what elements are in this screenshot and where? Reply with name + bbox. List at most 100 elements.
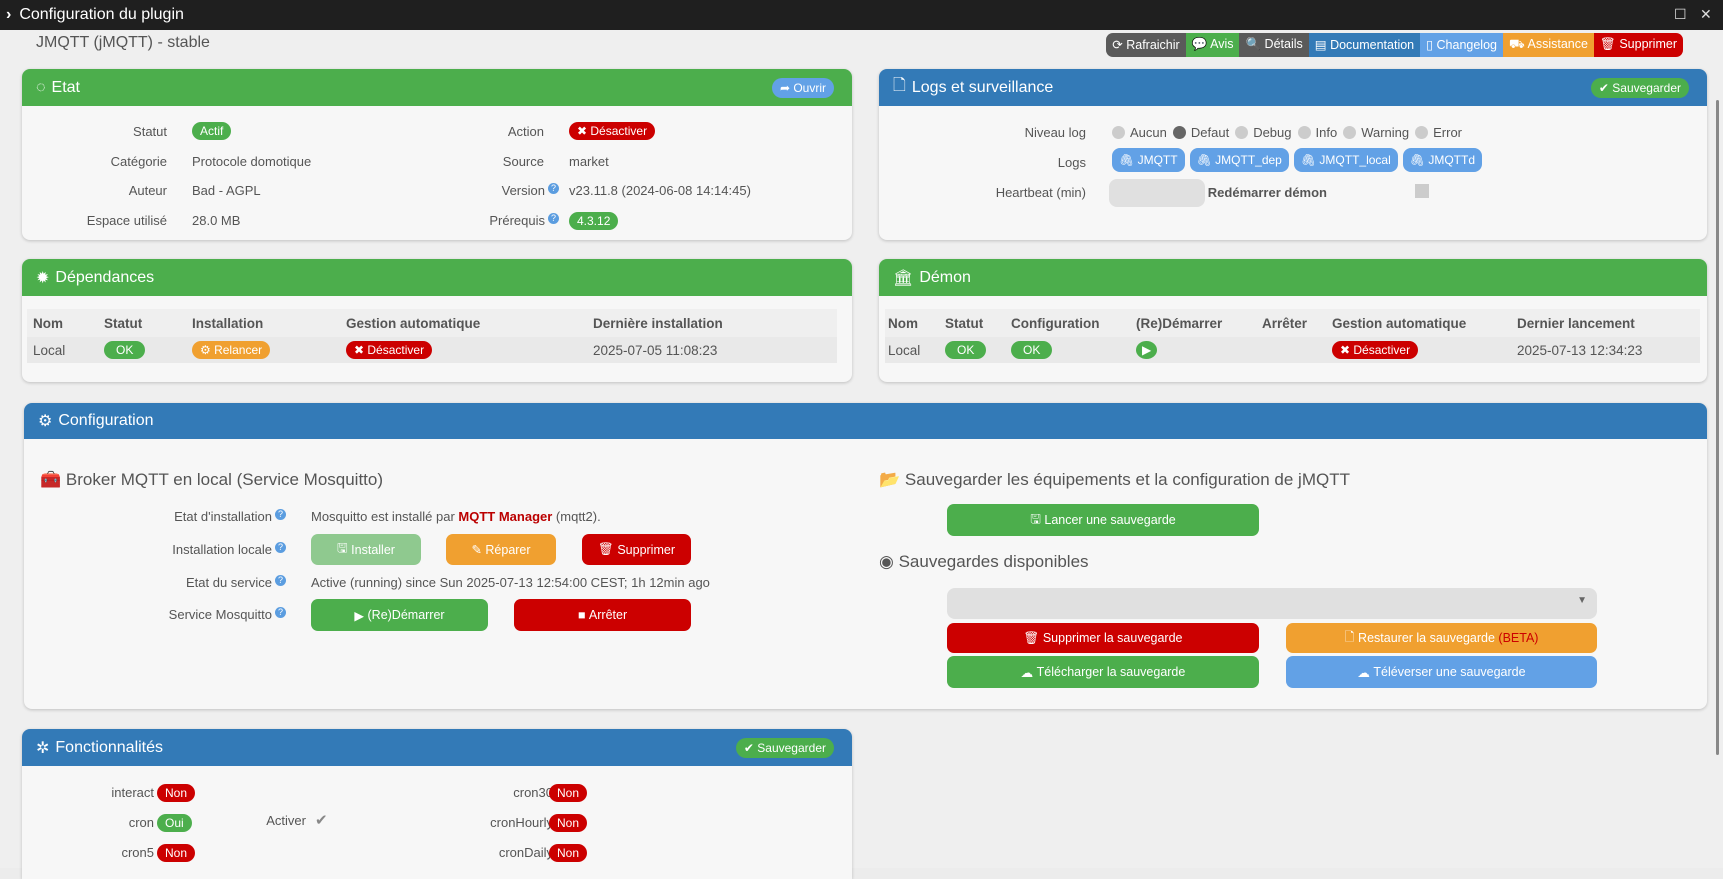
lancer-sauvegarde-button[interactable]: 🖫 Lancer une sauvegarde <box>947 504 1259 536</box>
reparer-button[interactable]: ✎ Réparer <box>446 534 556 565</box>
sauvegardes-select[interactable]: ▼ <box>947 588 1597 619</box>
install-locale-label: Installation locale <box>172 542 272 557</box>
col-gestion: Gestion automatique <box>346 309 593 337</box>
auteur-value: Bad - AGPL <box>192 183 261 198</box>
demon-panel: 🏛 Démon Nom Statut Configuration (Re)Démarre… <box>879 259 1707 382</box>
table-row: Local OK ⚙ Relancer ✖ Désactiver 2025-07-05 … <box>27 337 837 363</box>
etat-title: Etat <box>51 78 80 96</box>
fonc-header: ✲ Fonctionnalités ✔ Sauvegarder <box>22 729 852 766</box>
logs-save-button[interactable]: ✔ Sauvegarder <box>1590 78 1689 98</box>
installer-button[interactable]: 🖫 Installer <box>311 534 421 565</box>
paperclip-icon: 🖇 <box>1300 153 1317 167</box>
arreter-button[interactable]: ■ Arrêter <box>514 599 691 631</box>
statut-badge: Actif <box>192 122 232 140</box>
relancer-button[interactable]: ⚙ Relancer <box>192 341 271 359</box>
toolbar-label: Supprimer <box>1619 37 1677 51</box>
log-file-label: JMQTT <box>1137 153 1178 167</box>
radio-warning[interactable] <box>1343 126 1357 139</box>
restaurer-button[interactable]: 🗋 Restaurer la sauvegarde (BETA) <box>1286 623 1597 653</box>
help-icon[interactable]: ? <box>275 542 286 553</box>
televerser-label: Téléverser une sauvegarde <box>1373 665 1526 679</box>
help-icon[interactable]: ? <box>275 575 286 586</box>
log-file-button[interactable]: 🖇 JMQTT_local <box>1293 148 1398 172</box>
demon-desactiver-button[interactable]: ✖ Désactiver <box>1332 341 1419 359</box>
help-icon[interactable]: ? <box>275 607 286 618</box>
heartbeat-input[interactable] <box>1109 179 1205 207</box>
toolbar-button-supprimer[interactable]: 🗑 Supprimer <box>1593 33 1683 57</box>
table-row: Local OK OK ▶ ✖ Désactiver 2025-07-13 12:34:2… <box>885 337 1700 363</box>
fonc-badge: Oui <box>157 814 192 832</box>
help-icon[interactable]: ? <box>548 213 559 224</box>
help-icon[interactable]: ? <box>275 509 286 520</box>
log-file-button[interactable]: 🖇 JMQTT_dep <box>1189 148 1289 172</box>
play-icon[interactable]: ▶ <box>1136 341 1158 359</box>
telecharger-button[interactable]: ☁ Télécharger la sauvegarde <box>947 656 1259 688</box>
dependances-panel: ✹ Dépendances Nom Statut Installation Gestio… <box>22 259 852 382</box>
toolbar-button-assistance[interactable]: ⛟ Assistance <box>1502 33 1594 57</box>
radio-debug[interactable] <box>1235 126 1249 139</box>
logs-label: Logs <box>1057 155 1086 170</box>
supprimer-sauvegarde-label: Supprimer la sauvegarde <box>1042 631 1183 645</box>
fonc-label: cron5 <box>121 845 154 860</box>
config-header: ⚙ Configuration <box>24 403 1707 439</box>
restaurer-label: Restaurer la sauvegarde <box>1358 631 1495 645</box>
restart-daemon-checkbox[interactable] <box>1415 184 1429 198</box>
backup-title: Sauvegarder les équipements et la config… <box>904 470 1350 489</box>
log-file-button[interactable]: 🖇 JMQTT <box>1112 148 1185 172</box>
folder-open-icon: 📂 <box>879 470 901 489</box>
beta-label: (BETA) <box>1498 631 1539 645</box>
close-icon[interactable]: ✕ <box>1700 6 1712 23</box>
col-gestion: Gestion automatique <box>1332 309 1517 337</box>
toolbar-icon: ⛟ <box>1508 37 1525 51</box>
demon-statut-badge: OK <box>945 341 987 359</box>
log-files: 🖇 JMQTT 🖇 JMQTT_dep 🖇 JMQTT_local 🖇 JMQTTd <box>1112 148 1483 172</box>
toolbar-button-avis[interactable]: 💬 Avis <box>1185 33 1240 57</box>
radio-aucun[interactable] <box>1112 126 1125 139</box>
toolbar-icon: ⟳ <box>1112 38 1123 52</box>
toolbar-icon: ▤ <box>1314 38 1327 52</box>
radio-error[interactable] <box>1415 126 1429 139</box>
fonc-badge: Non <box>549 844 588 862</box>
toolbar-button-documentation[interactable]: ▤ Documentation <box>1308 33 1421 57</box>
espace-label: Espace utilisé <box>86 213 167 228</box>
mqtt-manager-link[interactable]: MQTT Manager <box>458 509 552 524</box>
demon-table: Nom Statut Configuration (Re)Démarrer Arrête… <box>885 309 1700 363</box>
activer-checkbox[interactable]: ✔ <box>315 811 328 829</box>
window-titlebar: › Configuration du plugin <box>0 0 1723 30</box>
desactiver-button[interactable]: ✖ Désactiver <box>569 122 656 140</box>
scrollbar[interactable] <box>1716 100 1719 755</box>
chevron-right-icon: › <box>6 6 12 23</box>
toolbar-button-changelog[interactable]: ▯ Changelog <box>1420 33 1503 57</box>
spinner-icon: ◌ <box>36 78 46 96</box>
help-icon[interactable]: ? <box>548 183 559 194</box>
open-label: Ouvrir <box>793 81 826 95</box>
save-label: Sauvegarder <box>757 741 826 755</box>
etat-install-suffix: (mqtt2). <box>552 509 601 524</box>
col-statut: Statut <box>104 309 192 337</box>
redemarrer-button[interactable]: ▶ (Re)Démarrer <box>311 599 488 631</box>
version-label: Version <box>501 183 545 198</box>
paperclip-icon: 🖇 <box>1409 153 1425 167</box>
televerser-button[interactable]: ☁ Téléverser une sauvegarde <box>1286 656 1597 688</box>
maximize-icon[interactable]: ☐ <box>1674 6 1687 23</box>
toolbar-button-rafraichir[interactable]: ⟳ Rafraichir <box>1106 33 1186 57</box>
log-file-button[interactable]: 🖇 JMQTTd <box>1402 148 1483 172</box>
col-nom: Nom <box>27 309 104 337</box>
fonc-label: interact <box>111 785 154 800</box>
deps-title: Dépendances <box>55 268 155 286</box>
deps-desactiver-button[interactable]: ✖ Désactiver <box>346 341 433 359</box>
supprimer-broker-button[interactable]: 🗑 Supprimer <box>582 534 691 565</box>
fonc-badge: Non <box>157 784 196 802</box>
prerequis-label: Prérequis <box>489 213 545 228</box>
toolbar-button-détails[interactable]: 🔍 Détails <box>1239 33 1309 57</box>
fonc-badge: Non <box>549 784 588 802</box>
paperclip-icon: 🖇 <box>1119 153 1135 167</box>
supprimer-sauvegarde-button[interactable]: 🗑 Supprimer la sauvegarde <box>947 623 1259 653</box>
telecharger-label: Télécharger la sauvegarde <box>1036 665 1186 679</box>
configuration-panel: ⚙ Configuration 🧰 Broker MQTT en local (S… <box>24 403 1707 709</box>
open-button[interactable]: ➦ Ouvrir <box>771 78 834 98</box>
fonc-save-button[interactable]: ✔ Sauvegarder <box>735 738 834 758</box>
radio-defaut[interactable] <box>1172 126 1186 139</box>
log-file-label: JMQTT_local <box>1319 153 1391 167</box>
radio-info[interactable] <box>1297 126 1311 139</box>
